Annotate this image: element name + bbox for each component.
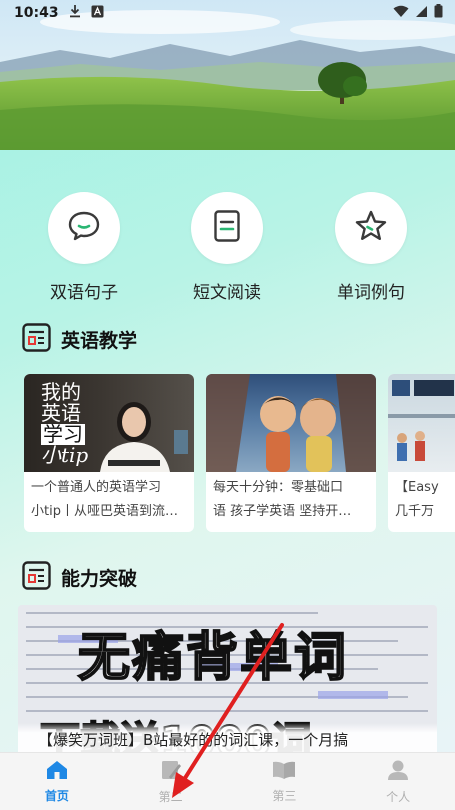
card-title-line: 每天十分钟：零基础口 — [213, 480, 344, 495]
tab-label: 第三 — [272, 788, 297, 803]
tab-personal[interactable]: 个人 — [341, 753, 455, 810]
battery-icon — [434, 4, 443, 22]
thumb-text: 小tip — [41, 443, 89, 467]
download-icon — [69, 4, 81, 22]
section-title-breakthrough: 能力突破 — [22, 561, 137, 594]
quick-action-label: 短文阅读 — [193, 283, 261, 303]
section-icon — [22, 323, 51, 356]
section-title-text: 能力突破 — [61, 568, 138, 590]
status-time: 10:43 — [14, 5, 59, 21]
tab-label: 个人 — [386, 789, 411, 804]
card-title-line: 小tip丨从哑巴英语到流… — [31, 504, 178, 519]
signal-icon — [415, 5, 428, 22]
open-book-icon — [272, 760, 296, 784]
quick-action-bilingual-sentences[interactable]: 双语句子 — [29, 192, 139, 303]
quick-action-short-reading[interactable]: 短文阅读 — [172, 192, 282, 303]
a-badge-icon — [91, 5, 104, 22]
featured-video-card[interactable]: 无痛背单词 下载送1000词 【爆笑万词班】B站最好的的词汇课，一个月搞 — [18, 605, 437, 755]
card-thumbnail — [388, 374, 455, 472]
section-icon — [22, 561, 51, 594]
card-title-line: 一个普通人的英语学习 — [31, 480, 162, 495]
featured-caption: 【爆笑万词班】B站最好的的词汇课，一个月搞 — [18, 723, 437, 755]
quick-action-label: 单词例句 — [337, 283, 405, 303]
teaching-card[interactable]: 每天十分钟：零基础口 语 孩子学英语 坚持开… — [206, 374, 376, 532]
featured-overlay-title: 无痛背单词 — [77, 627, 349, 689]
teaching-card[interactable]: 我的 英语 学习 小tip 一个普通人的英语学习 小tip丨从哑巴英语到流… — [24, 374, 194, 532]
book-edit-icon — [160, 759, 182, 785]
tab-label: 首页 — [44, 788, 69, 803]
home-icon — [46, 760, 68, 784]
document-icon — [213, 209, 241, 247]
thumb-text: 我的 — [41, 380, 81, 404]
wifi-icon — [393, 5, 409, 22]
teaching-card[interactable]: 【Easy 几千万 — [388, 374, 455, 532]
quick-actions: 双语句子 短文阅读 单词例句 — [0, 192, 455, 303]
card-thumbnail — [206, 374, 376, 472]
thumb-text: 英语 — [41, 401, 81, 425]
tab-third[interactable]: 第三 — [228, 753, 342, 810]
quick-action-word-examples[interactable]: 单词例句 — [316, 192, 426, 303]
tab-second[interactable]: 第二 — [114, 753, 228, 810]
card-thumbnail: 我的 英语 学习 小tip — [24, 374, 194, 472]
card-title-line: 【Easy — [395, 480, 439, 495]
star-icon — [354, 209, 388, 247]
thumb-text: 学习 — [41, 422, 85, 446]
person-icon — [387, 759, 409, 785]
chat-bubble-icon — [67, 210, 101, 246]
card-title-line: 几千万 — [395, 504, 435, 519]
card-title-line: 语 孩子学英语 坚持开… — [213, 504, 352, 519]
bottom-tab-bar: 首页 第二 第三 个人 — [0, 752, 455, 810]
tab-home[interactable]: 首页 — [0, 753, 114, 810]
section-title-text: 英语教学 — [61, 330, 138, 352]
tab-label: 第二 — [158, 789, 183, 804]
quick-action-label: 双语句子 — [50, 283, 118, 303]
teaching-card-list[interactable]: 我的 英语 学习 小tip 一个普通人的英语学习 小tip丨从哑巴英语到流… 每… — [24, 374, 455, 534]
status-bar: 10:43 — [0, 0, 455, 26]
section-title-teaching: 英语教学 — [22, 323, 137, 356]
